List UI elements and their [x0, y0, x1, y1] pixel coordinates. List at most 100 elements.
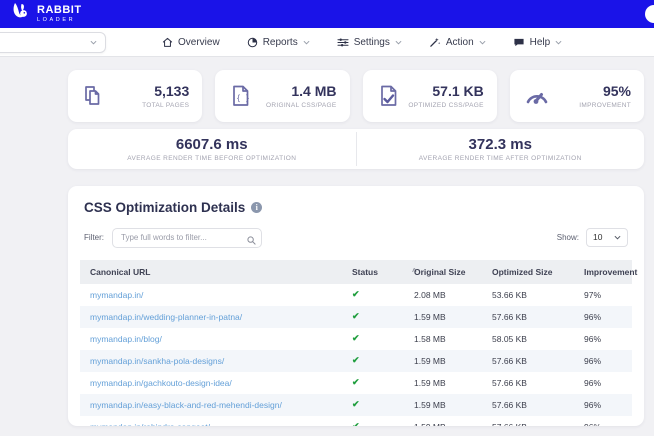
stats-row: 5,133 TOTAL PAGES { } 1.4 MB ORIGINAL CS…	[68, 70, 644, 122]
magic-wand-icon	[429, 37, 441, 48]
stat-value: 57.1 KB	[432, 83, 484, 99]
original-size-cell: 1.59 MB	[414, 399, 446, 410]
nav-item-settings[interactable]: Settings	[337, 37, 402, 48]
original-size-cell: 1.59 MB	[414, 377, 446, 388]
info-icon[interactable]: i	[251, 202, 263, 213]
main-navbar: Overview Reports Settings Action Help	[0, 28, 654, 57]
main-content: 5,133 TOTAL PAGES { } 1.4 MB ORIGINAL CS…	[68, 70, 644, 426]
original-size-cell: 1.58 MB	[414, 333, 446, 344]
status-check-icon: ✔	[352, 421, 360, 426]
brand-line2: LOADER	[37, 16, 76, 23]
stat-value: 1.4 MB	[291, 83, 337, 99]
stat-label: IMPROVEMENT	[579, 102, 631, 109]
canonical-url-link[interactable]: mymandap.in/	[90, 290, 143, 300]
file-check-icon	[376, 83, 402, 109]
gauge-icon	[523, 84, 551, 108]
improvement-cell: 96%	[584, 399, 602, 410]
col-header-canonical-url[interactable]: Canonical URL	[80, 259, 342, 284]
stat-card-original-css: { } 1.4 MB ORIGINAL CSS/PAGE	[215, 70, 350, 122]
avatar[interactable]	[645, 5, 654, 23]
original-size-cell: 1.59 MB	[414, 311, 446, 322]
pie-chart-icon	[247, 37, 258, 48]
page-size-value: 10	[593, 232, 603, 243]
nav-item-label: Action	[445, 36, 474, 48]
chevron-down-icon	[614, 234, 621, 241]
col-header-improvement[interactable]: Improvement	[574, 259, 637, 284]
svg-text:{ }: { }	[236, 94, 250, 103]
table-row: mymandap.in/easy-black-and-red-mehendi-d…	[80, 393, 632, 416]
stat-label: TOTAL PAGES	[142, 102, 190, 109]
render-after-value: 372.3 ms	[468, 136, 532, 153]
css-file-icon: { }	[228, 83, 254, 109]
canonical-url-link[interactable]: mymandap.in/blog/	[90, 334, 162, 344]
optimized-size-cell: 58.05 KB	[492, 333, 527, 344]
table-row: mymandap.in/wedding-planner-in-patna/ ✔ …	[80, 305, 632, 328]
col-header-optimized-size[interactable]: Optimized Size	[482, 259, 574, 284]
table-row: mymandap.in/rabindra-sangeet/ ✔ 1.59 MB …	[80, 416, 632, 427]
improvement-cell: 96%	[584, 333, 602, 344]
table-row: mymandap.in/blog/ ✔ 1.58 MB 58.05 KB 96%	[80, 328, 632, 350]
filter-row: Filter: Show: 10	[80, 227, 632, 248]
chevron-down-icon	[395, 39, 402, 46]
table-row: mymandap.in/sankha-pola-designs/ ✔ 1.59 …	[80, 349, 632, 372]
original-size-cell: 2.08 MB	[414, 289, 446, 300]
table-body: mymandap.in/ ✔ 2.08 MB 53.66 KB 97% myma…	[80, 284, 632, 427]
stat-card-total-pages: 5,133 TOTAL PAGES	[68, 70, 203, 122]
col-header-original-size[interactable]: Original Size	[404, 259, 482, 284]
site-selector-dropdown[interactable]	[0, 31, 106, 53]
canonical-url-link[interactable]: mymandap.in/gachkouto-design-idea/	[90, 378, 232, 388]
improvement-cell: 96%	[584, 311, 602, 322]
improvement-cell: 96%	[584, 355, 602, 366]
canonical-url-link[interactable]: mymandap.in/sankha-pola-designs/	[90, 356, 224, 366]
chevron-down-icon	[479, 39, 486, 46]
filter-label: Filter:	[84, 232, 104, 242]
optimized-size-cell: 57.66 KB	[482, 416, 574, 427]
status-check-icon: ✔	[352, 311, 360, 321]
brand-line1: RABBIT	[37, 3, 82, 16]
nav-item-label: Reports	[262, 36, 298, 48]
nav-item-help[interactable]: Help	[513, 37, 563, 48]
nav-item-action[interactable]: Action	[429, 37, 486, 48]
optimized-size-cell: 57.66 KB	[492, 355, 527, 366]
stat-card-improvement: 95% IMPROVEMENT	[509, 70, 644, 122]
improvement-cell: 97%	[584, 289, 602, 300]
status-check-icon: ✔	[352, 289, 360, 299]
canonical-url-link[interactable]: mymandap.in/wedding-planner-in-patna/	[90, 312, 242, 322]
optimized-size-cell: 57.66 KB	[492, 377, 527, 388]
nav-item-reports[interactable]: Reports	[247, 37, 310, 48]
nav-item-overview[interactable]: Overview	[162, 37, 220, 48]
chevron-down-icon	[90, 39, 97, 46]
canonical-url-link[interactable]: mymandap.in/easy-black-and-red-mehendi-d…	[90, 400, 282, 410]
improvement-cell: 96%	[574, 416, 632, 427]
nav-item-label: Settings	[353, 36, 390, 48]
render-time-card: 6607.6 ms AVERAGE RENDER TIME BEFORE OPT…	[68, 129, 644, 169]
optimized-size-cell: 53.66 KB	[492, 289, 527, 300]
rabbitloader-logo[interactable]: RABBIT LOADER	[8, 1, 82, 28]
chat-bubble-icon	[513, 37, 525, 48]
render-after: 372.3 ms AVERAGE RENDER TIME AFTER OPTIM…	[355, 132, 645, 166]
nav-item-label: Help	[529, 36, 551, 48]
render-after-label: AVERAGE RENDER TIME AFTER OPTIMIZATION	[418, 155, 582, 162]
nav-item-label: Overview	[178, 36, 220, 48]
status-check-icon: ✔	[352, 355, 360, 365]
col-header-status[interactable]: Status ^	[342, 259, 417, 284]
home-icon	[162, 37, 173, 48]
render-before: 6607.6 ms AVERAGE RENDER TIME BEFORE OPT…	[68, 132, 356, 166]
brand-text: RABBIT LOADER	[37, 3, 82, 24]
status-check-icon: ✔	[352, 333, 360, 343]
original-size-cell: 1.59 MB	[404, 416, 482, 427]
top-app-bar: RABBIT LOADER	[0, 0, 654, 28]
improvement-cell: 96%	[584, 377, 602, 388]
status-check-icon: ✔	[352, 399, 360, 409]
search-icon	[247, 232, 256, 250]
filter-input[interactable]	[112, 227, 262, 248]
canonical-url-link[interactable]: mymandap.in/rabindra-sangeet/	[90, 422, 210, 427]
optimized-size-cell: 57.66 KB	[492, 311, 527, 322]
stat-label: OPTIMIZED CSS/PAGE	[408, 102, 484, 109]
table-row: mymandap.in/gachkouto-design-idea/ ✔ 1.5…	[80, 372, 632, 394]
chevron-down-icon	[303, 39, 310, 46]
stat-label: ORIGINAL CSS/PAGE	[266, 102, 337, 109]
page-size-select[interactable]: 10	[586, 227, 628, 247]
status-check-icon: ✔	[352, 377, 360, 387]
table-header-row: Canonical URL Status ^ Original Size Opt…	[80, 259, 637, 284]
